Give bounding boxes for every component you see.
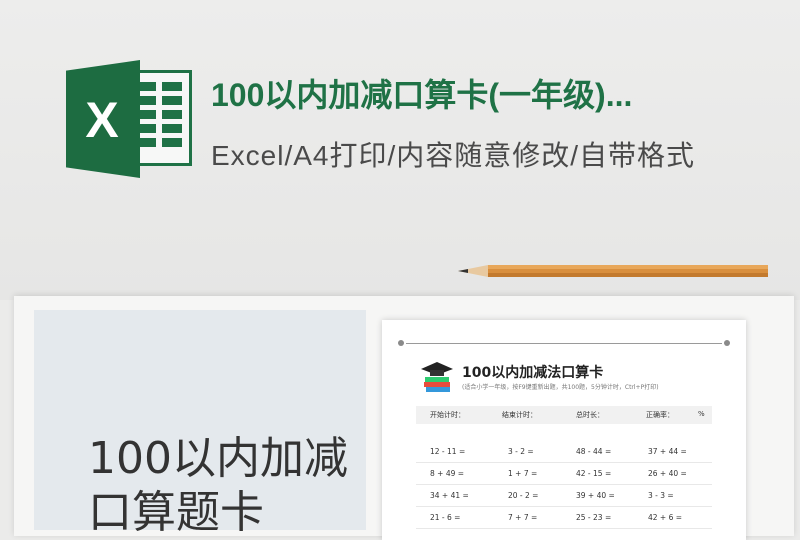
- problem-cell: 48 - 44 =: [576, 447, 612, 456]
- pin-left-icon: [398, 340, 404, 346]
- preview-big-title: 100以内加减 口算题卡: [88, 432, 348, 540]
- problem-cell: 12 - 11 =: [430, 447, 466, 456]
- big-title-line-1: 100以内加减: [88, 433, 348, 484]
- excel-logo-icon: X: [66, 60, 194, 180]
- problem-cell: 42 - 15 =: [576, 469, 612, 478]
- graduation-cap-icon: [421, 362, 453, 392]
- table-row: 12 - 11 = 3 - 2 = 48 - 44 = 37 + 44 =: [416, 442, 712, 463]
- problem-cell: 42 + 6 =: [648, 513, 683, 522]
- problem-cell: 1 + 7 =: [508, 469, 538, 478]
- excel-grid: [136, 82, 184, 156]
- header-accuracy: 正确率：: [646, 411, 674, 419]
- problem-cell: 20 - 2 =: [508, 491, 539, 500]
- card-note: (适合小学一年级，按F9键重新出题，共100题，5分钟计时，Ctrl+P打印): [462, 384, 659, 391]
- problem-cell: 7 + 7 =: [508, 513, 538, 522]
- header-total-time: 总时长：: [576, 411, 604, 419]
- card-divider: [406, 343, 722, 344]
- worksheet-card: 100以内加减法口算卡 (适合小学一年级，按F9键重新出题，共100题，5分钟计…: [382, 320, 746, 540]
- card-header-row: 开始计时： 结束计时： 总时长： 正确率： %: [416, 406, 712, 424]
- problem-cell: 21 - 6 =: [430, 513, 461, 522]
- problem-cell: 34 + 41 =: [430, 491, 469, 500]
- header-end-time: 结束计时：: [502, 411, 537, 419]
- problem-cell: 37 + 44 =: [648, 447, 687, 456]
- problem-cell: 3 - 3 =: [648, 491, 674, 500]
- pencil-icon: [458, 265, 768, 277]
- big-title-line-2: 口算题卡: [88, 487, 264, 538]
- table-row: 8 + 49 = 1 + 7 = 42 - 15 = 26 + 40 =: [416, 464, 712, 485]
- header-start-time: 开始计时：: [430, 411, 465, 419]
- page-title: 100以内加减口算卡(一年级)...: [211, 77, 633, 113]
- problem-cell: 26 + 40 =: [648, 469, 687, 478]
- pin-right-icon: [724, 340, 730, 346]
- page-subtitle: Excel/A4打印/内容随意修改/自带格式: [211, 140, 696, 171]
- table-row: 34 + 41 = 20 - 2 = 39 + 40 = 3 - 3 =: [416, 486, 712, 507]
- card-title: 100以内加减法口算卡: [462, 365, 604, 381]
- excel-x-letter: X: [85, 92, 119, 148]
- problem-cell: 25 - 23 =: [576, 513, 612, 522]
- header-percent: %: [698, 410, 705, 418]
- problem-cell: 39 + 40 =: [576, 491, 615, 500]
- problem-cell: 8 + 49 =: [430, 469, 465, 478]
- problem-cell: 3 - 2 =: [508, 447, 534, 456]
